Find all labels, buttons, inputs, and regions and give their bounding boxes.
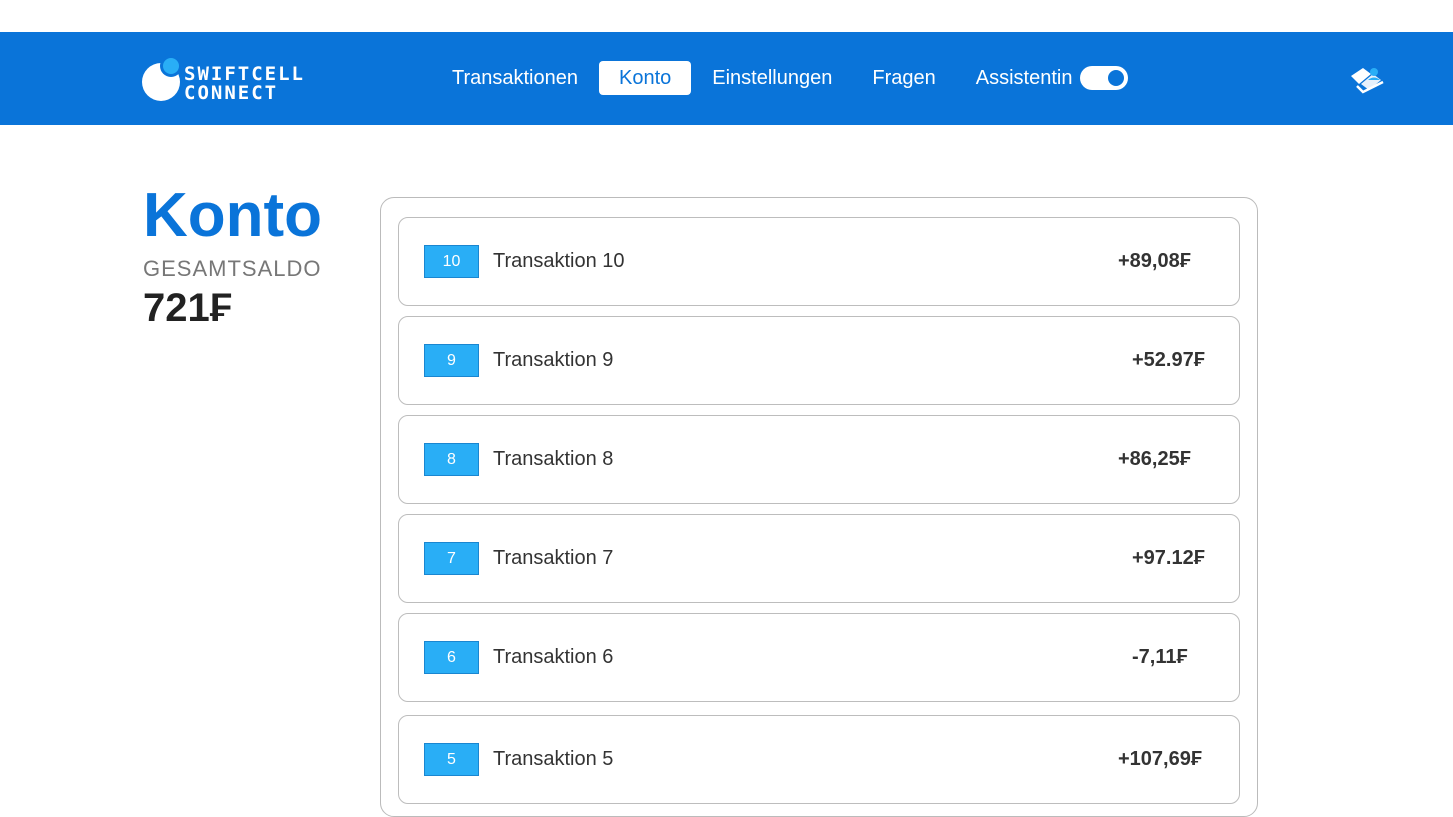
logo-mark-icon bbox=[142, 55, 182, 101]
transaction-name: Transaktion 5 bbox=[493, 748, 614, 770]
top-navbar: SWIFTCELL CONNECT Transaktionen Konto Ei… bbox=[0, 32, 1453, 125]
transaction-list: 10 Transaktion 10 +89,08₣ 9 Transaktion … bbox=[380, 197, 1258, 817]
transaction-amount: -7,11₣ bbox=[1132, 646, 1188, 668]
toggle-knob bbox=[1108, 70, 1125, 86]
transaction-name: Transaktion 7 bbox=[493, 547, 614, 569]
page-title: Konto bbox=[143, 181, 323, 250]
transaction-name: Transaktion 8 bbox=[493, 448, 614, 470]
account-summary: Konto GESAMTSALDO 721₣ bbox=[143, 180, 322, 334]
transaction-id-badge: 9 bbox=[424, 344, 479, 377]
logo-text: SWIFTCELL CONNECT bbox=[184, 63, 305, 104]
nav-assistentin[interactable]: Assistentin bbox=[956, 61, 1093, 95]
transaction-id-badge: 6 bbox=[424, 641, 479, 674]
transaction-amount: +52.97₣ bbox=[1132, 349, 1205, 371]
nav-einstellungen[interactable]: Einstellungen bbox=[692, 61, 852, 95]
user-account-icon[interactable] bbox=[1349, 62, 1385, 94]
transaction-amount: +97.12₣ bbox=[1132, 547, 1205, 569]
transaction-id-badge: 8 bbox=[424, 443, 479, 476]
transaction-amount: +86,25₣ bbox=[1118, 448, 1191, 470]
assistant-toggle[interactable] bbox=[1080, 66, 1129, 90]
transaction-item[interactable]: 8 Transaktion 8 +86,25₣ bbox=[398, 415, 1240, 504]
logo[interactable]: SWIFTCELL CONNECT bbox=[142, 55, 342, 103]
transaction-id-badge: 10 bbox=[424, 245, 479, 278]
transaction-amount: +107,69₣ bbox=[1118, 748, 1202, 770]
main-nav: Transaktionen Konto Einstellungen Fragen… bbox=[432, 61, 1129, 95]
transaction-id-badge: 5 bbox=[424, 743, 479, 776]
transaction-item[interactable]: 6 Transaktion 6 -7,11₣ bbox=[398, 613, 1240, 702]
balance-value: 721₣ bbox=[143, 286, 232, 330]
transaction-name: Transaktion 6 bbox=[493, 646, 614, 668]
transaction-name: Transaktion 10 bbox=[493, 250, 625, 272]
transaction-item[interactable]: 9 Transaktion 9 +52.97₣ bbox=[398, 316, 1240, 405]
balance-label: GESAMTSALDO bbox=[143, 256, 322, 281]
transaction-item[interactable]: 5 Transaktion 5 +107,69₣ bbox=[398, 715, 1240, 804]
transaction-amount: +89,08₣ bbox=[1118, 250, 1191, 272]
nav-konto[interactable]: Konto bbox=[599, 61, 692, 95]
transaction-item[interactable]: 7 Transaktion 7 +97.12₣ bbox=[398, 514, 1240, 603]
transaction-name: Transaktion 9 bbox=[493, 349, 614, 371]
transaction-item[interactable]: 10 Transaktion 10 +89,08₣ bbox=[398, 217, 1240, 306]
nav-fragen[interactable]: Fragen bbox=[852, 61, 955, 95]
transaction-id-badge: 7 bbox=[424, 542, 479, 575]
nav-transaktionen[interactable]: Transaktionen bbox=[432, 61, 598, 95]
